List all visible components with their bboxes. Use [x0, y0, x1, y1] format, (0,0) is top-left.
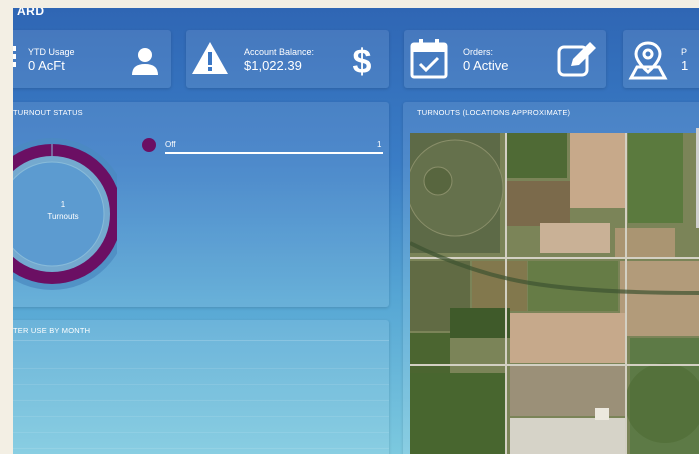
legend-off-bar [165, 152, 383, 154]
turnout-status-title: TURNOUT STATUS [13, 108, 83, 117]
page-title: ARD [17, 8, 45, 18]
edit-icon [557, 42, 596, 77]
warning-icon [192, 42, 228, 74]
window-frame-left [0, 0, 13, 454]
chart-gridline [13, 416, 389, 417]
pending-label: P [681, 47, 688, 57]
water-use-panel: TER USE BY MONTH [13, 320, 389, 454]
orders-value: 0 Active [463, 58, 509, 73]
user-icon [132, 48, 158, 75]
legend-off-dot [142, 138, 156, 152]
dollar-icon: $ [353, 43, 372, 79]
satellite-map[interactable] [410, 133, 699, 454]
pending-card[interactable]: P 1 [623, 30, 699, 88]
map-pin-icon [628, 41, 668, 80]
water-use-divider [13, 340, 389, 341]
account-balance-card[interactable]: Account Balance: $1,022.39 $ [186, 30, 389, 88]
orders-label: Orders: [463, 47, 494, 57]
account-balance-value: $1,022.39 [244, 58, 302, 73]
ytd-usage-card[interactable]: YTD Usage 0 AcFt [13, 30, 171, 88]
donut-center-count: 1 [60, 200, 66, 209]
chart-gridline [13, 384, 389, 385]
satellite-imagery [410, 133, 699, 454]
calendar-icon [410, 39, 448, 79]
turnout-status-panel: TURNOUT STATUS 1 Turnouts Off 1 [13, 102, 389, 307]
dots-icon [13, 46, 16, 70]
legend-off-label: Off [165, 140, 176, 149]
legend-off-count: 1 [377, 140, 382, 149]
window-frame-top [0, 0, 699, 8]
chart-gridline [13, 448, 389, 449]
donut-center-label: Turnouts [47, 212, 79, 221]
chart-gridline [13, 432, 389, 433]
svg-text:$: $ [353, 43, 372, 79]
ytd-usage-value: 0 AcFt [28, 58, 65, 73]
turnouts-map-title: TURNOUTS (LOCATIONS APPROXIMATE) [417, 108, 571, 117]
chart-gridline [13, 368, 389, 369]
dashboard: ARD YTD Usage 0 AcFt Account Balance: $1… [13, 8, 699, 454]
pending-value: 1 [681, 58, 689, 73]
orders-card[interactable]: Orders: 0 Active [404, 30, 606, 88]
chart-gridline [13, 400, 389, 401]
ytd-usage-label: YTD Usage [28, 47, 75, 57]
water-use-title: TER USE BY MONTH [13, 326, 91, 335]
account-balance-label: Account Balance: [244, 47, 315, 57]
